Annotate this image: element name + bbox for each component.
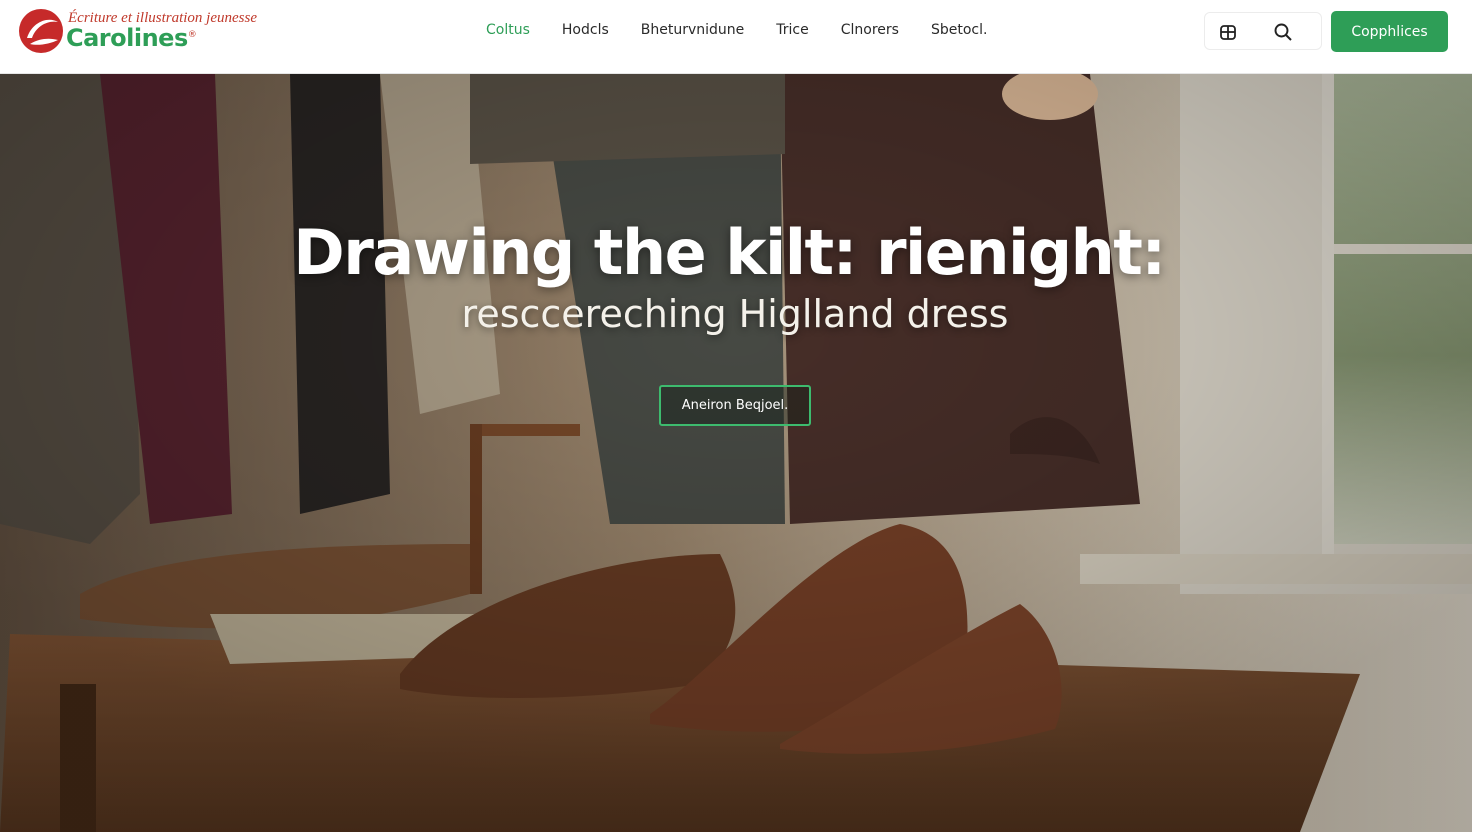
cta-button[interactable]: Copphlices	[1331, 11, 1448, 52]
nav-item-1[interactable]: Coltus	[486, 20, 530, 42]
cart-icon[interactable]	[1217, 21, 1239, 43]
hero-title: Drawing the kilt: rienight:	[293, 216, 1166, 289]
logo-brand-text: Carolines	[66, 24, 188, 52]
hero-background-image	[0, 74, 1472, 832]
nav-item-4[interactable]: Trice	[776, 20, 808, 42]
site-header: Écriture et illustration jeunesse Caroli…	[0, 0, 1472, 74]
nav-item-6[interactable]: Sbetocl.	[931, 20, 987, 42]
hero-button[interactable]: Aneiron Beqjoel.	[659, 385, 811, 426]
logo-brand: Carolines®	[66, 24, 197, 52]
search-icon[interactable]	[1272, 21, 1294, 43]
nav-item-2[interactable]: Hodcls	[562, 20, 609, 42]
hero-subtitle: resccereching Higlland dress	[461, 292, 1009, 336]
main-nav: Coltus Hodcls Bheturvnidune Trice Clnore…	[486, 20, 1019, 42]
header-icon-group	[1204, 12, 1322, 50]
logo[interactable]: Écriture et illustration jeunesse Caroli…	[18, 8, 268, 58]
logo-mark-icon	[19, 9, 63, 53]
hero-section: Drawing the kilt: rienight: resccerechin…	[0, 74, 1472, 832]
registered-mark: ®	[187, 30, 197, 40]
nav-item-5[interactable]: Clnorers	[841, 20, 899, 42]
nav-item-3[interactable]: Bheturvnidune	[641, 20, 745, 42]
